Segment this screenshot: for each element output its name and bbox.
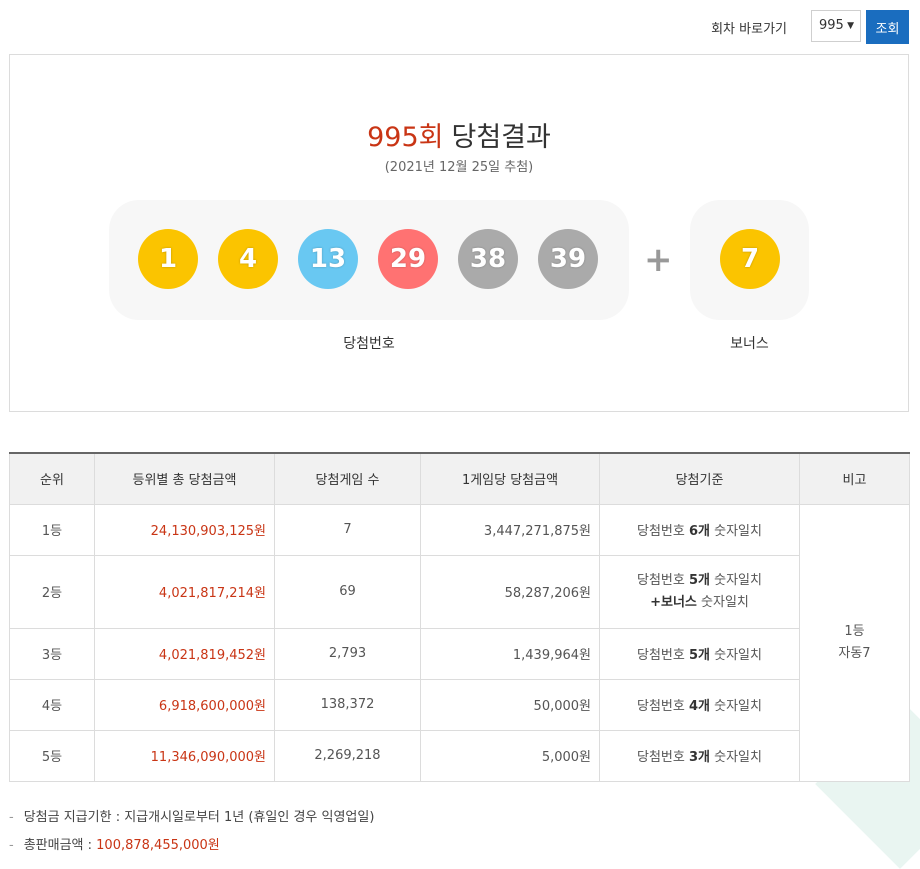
criteria-cell: 당첨번호 5개 숫자일치 +보너스 숫자일치 [599,554,800,629]
criteria-count: 6개 [688,524,710,539]
result-title: 995회 당첨결과 [10,115,908,154]
total-prize-cell: 24,130,903,125원 [94,503,275,556]
round-navigation: 회차 바로가기 995 ▼ 조회 [0,10,909,44]
winning-ball-3: 13 [298,229,358,289]
criteria-suffix: 숫자일치 [710,699,762,714]
criteria-count: 5개 [688,572,710,588]
payment-deadline-text: 당첨금 지급기한 : 지급개시일로부터 1년 (휴일인 경우 익영업일) [23,810,375,825]
prize-per-game-cell: 1,439,964원 [420,627,600,680]
winning-numbers-panel: 1 4 13 29 38 39 [109,200,629,320]
criteria-prefix: 당첨번호 [637,524,689,539]
bonus-caption: 보너스 [730,336,769,352]
bonus-number-panel: 7 [690,200,809,320]
winning-ball-2: 4 [218,229,278,289]
criteria-cell: 당첨번호 5개 숫자일치 [599,627,800,680]
bullet-dash: - [9,838,14,853]
search-button[interactable]: 조회 [866,10,909,44]
note-line-2: 자동7 [838,645,871,661]
winner-count-cell: 138,372 [274,678,421,731]
round-select[interactable]: 995 ▼ [811,10,861,42]
table-row: 1등 24,130,903,125원 7 3,447,271,875원 당첨번호… [9,503,910,782]
prize-per-game-cell: 5,000원 [420,729,600,782]
prize-per-game-cell: 3,447,271,875원 [420,503,600,556]
note-cell: 1등 자동7 [799,503,910,782]
criteria-cell: 당첨번호 6개 숫자일치 [599,503,800,556]
bullet-dash: - [9,810,14,825]
criteria-prefix: 당첨번호 [637,648,689,663]
criteria-cell: 당첨번호 3개 숫자일치 [599,729,800,782]
prize-table: 순위 등위별 총 당첨금액 당첨게임 수 1게임당 당첨금액 당첨기준 비고 1… [9,452,910,782]
header-winner-count: 당첨게임 수 [274,452,421,505]
draw-result-panel: 995회 당첨결과 (2021년 12월 25일 추첨) 1 4 13 29 38… [9,54,909,412]
criteria-suffix: 숫자일치 [710,750,762,765]
result-title-suffix: 당첨결과 [451,122,551,153]
criteria-count: 3개 [688,750,710,765]
round-select-value: 995 [819,18,844,33]
winner-count-cell: 2,269,218 [274,729,421,782]
winner-count-cell: 7 [274,503,421,556]
caret-down-icon: ▼ [847,21,854,31]
table-row: 5등 11,346,090,000원 2,269,218 5,000원 당첨번호… [9,729,910,782]
criteria-suffix: 숫자일치 [710,648,762,663]
footnotes: - 당첨금 지급기한 : 지급개시일로부터 1년 (휴일인 경우 익영업일) -총… [9,808,374,864]
criteria-count: 4개 [688,699,710,714]
criteria-count: 5개 [688,648,710,663]
total-sales-label: 총판매금액 : [23,838,97,853]
table-row: 2등 4,021,817,214원 69 58,287,206원 당첨번호 5개… [9,554,910,629]
winning-numbers-caption: 당첨번호 [343,336,395,352]
header-criteria: 당첨기준 [599,452,800,505]
note-line-1: 1등 [844,623,865,639]
total-sales-note: - 총판매금액 : 100,878,455,000원 [9,836,374,864]
table-row: 4등 6,918,600,000원 138,372 50,000원 당첨번호 4… [9,678,910,731]
rank-cell: 3등 [9,627,95,680]
criteria-bonus: +보너스 [650,594,697,610]
round-number: 995회 [367,122,444,153]
payment-deadline-note: - 당첨금 지급기한 : 지급개시일로부터 1년 (휴일인 경우 익영업일) [9,808,374,836]
winning-ball-1: 1 [138,229,198,289]
total-prize-cell: 4,021,819,452원 [94,627,275,680]
rank-cell: 1등 [9,503,95,556]
rank-cell: 2등 [9,554,95,629]
criteria-suffix: 숫자일치 [710,572,762,588]
goto-round-label: 회차 바로가기 [711,22,787,37]
total-prize-cell: 11,346,090,000원 [94,729,275,782]
winning-ball-5: 38 [458,229,518,289]
winning-ball-6: 39 [538,229,598,289]
criteria-prefix: 당첨번호 [637,572,689,588]
criteria-cell: 당첨번호 4개 숫자일치 [599,678,800,731]
total-sales-amount: 100,878,455,000원 [96,838,220,853]
criteria-prefix: 당첨번호 [637,699,689,714]
header-note: 비고 [799,452,910,505]
plus-icon: + [644,240,673,280]
criteria-prefix: 당첨번호 [637,750,689,765]
bonus-ball: 7 [720,229,780,289]
rank-cell: 4등 [9,678,95,731]
table-header-row: 순위 등위별 총 당첨금액 당첨게임 수 1게임당 당첨금액 당첨기준 비고 [9,452,910,505]
criteria-suffix: 숫자일치 [710,524,762,539]
prize-per-game-cell: 50,000원 [420,678,600,731]
header-prize-per-game: 1게임당 당첨금액 [420,452,600,505]
winning-ball-4: 29 [378,229,438,289]
draw-date: (2021년 12월 25일 추첨) [384,160,534,175]
prize-per-game-cell: 58,287,206원 [420,554,600,629]
table-row: 3등 4,021,819,452원 2,793 1,439,964원 당첨번호 … [9,627,910,680]
winner-count-cell: 2,793 [274,627,421,680]
total-prize-cell: 4,021,817,214원 [94,554,275,629]
winner-count-cell: 69 [274,554,421,629]
criteria-bonus-suffix: 숫자일치 [696,594,749,610]
total-prize-cell: 6,918,600,000원 [94,678,275,731]
header-total-prize: 등위별 총 당첨금액 [94,452,275,505]
rank-cell: 5등 [9,729,95,782]
header-rank: 순위 [9,452,95,505]
